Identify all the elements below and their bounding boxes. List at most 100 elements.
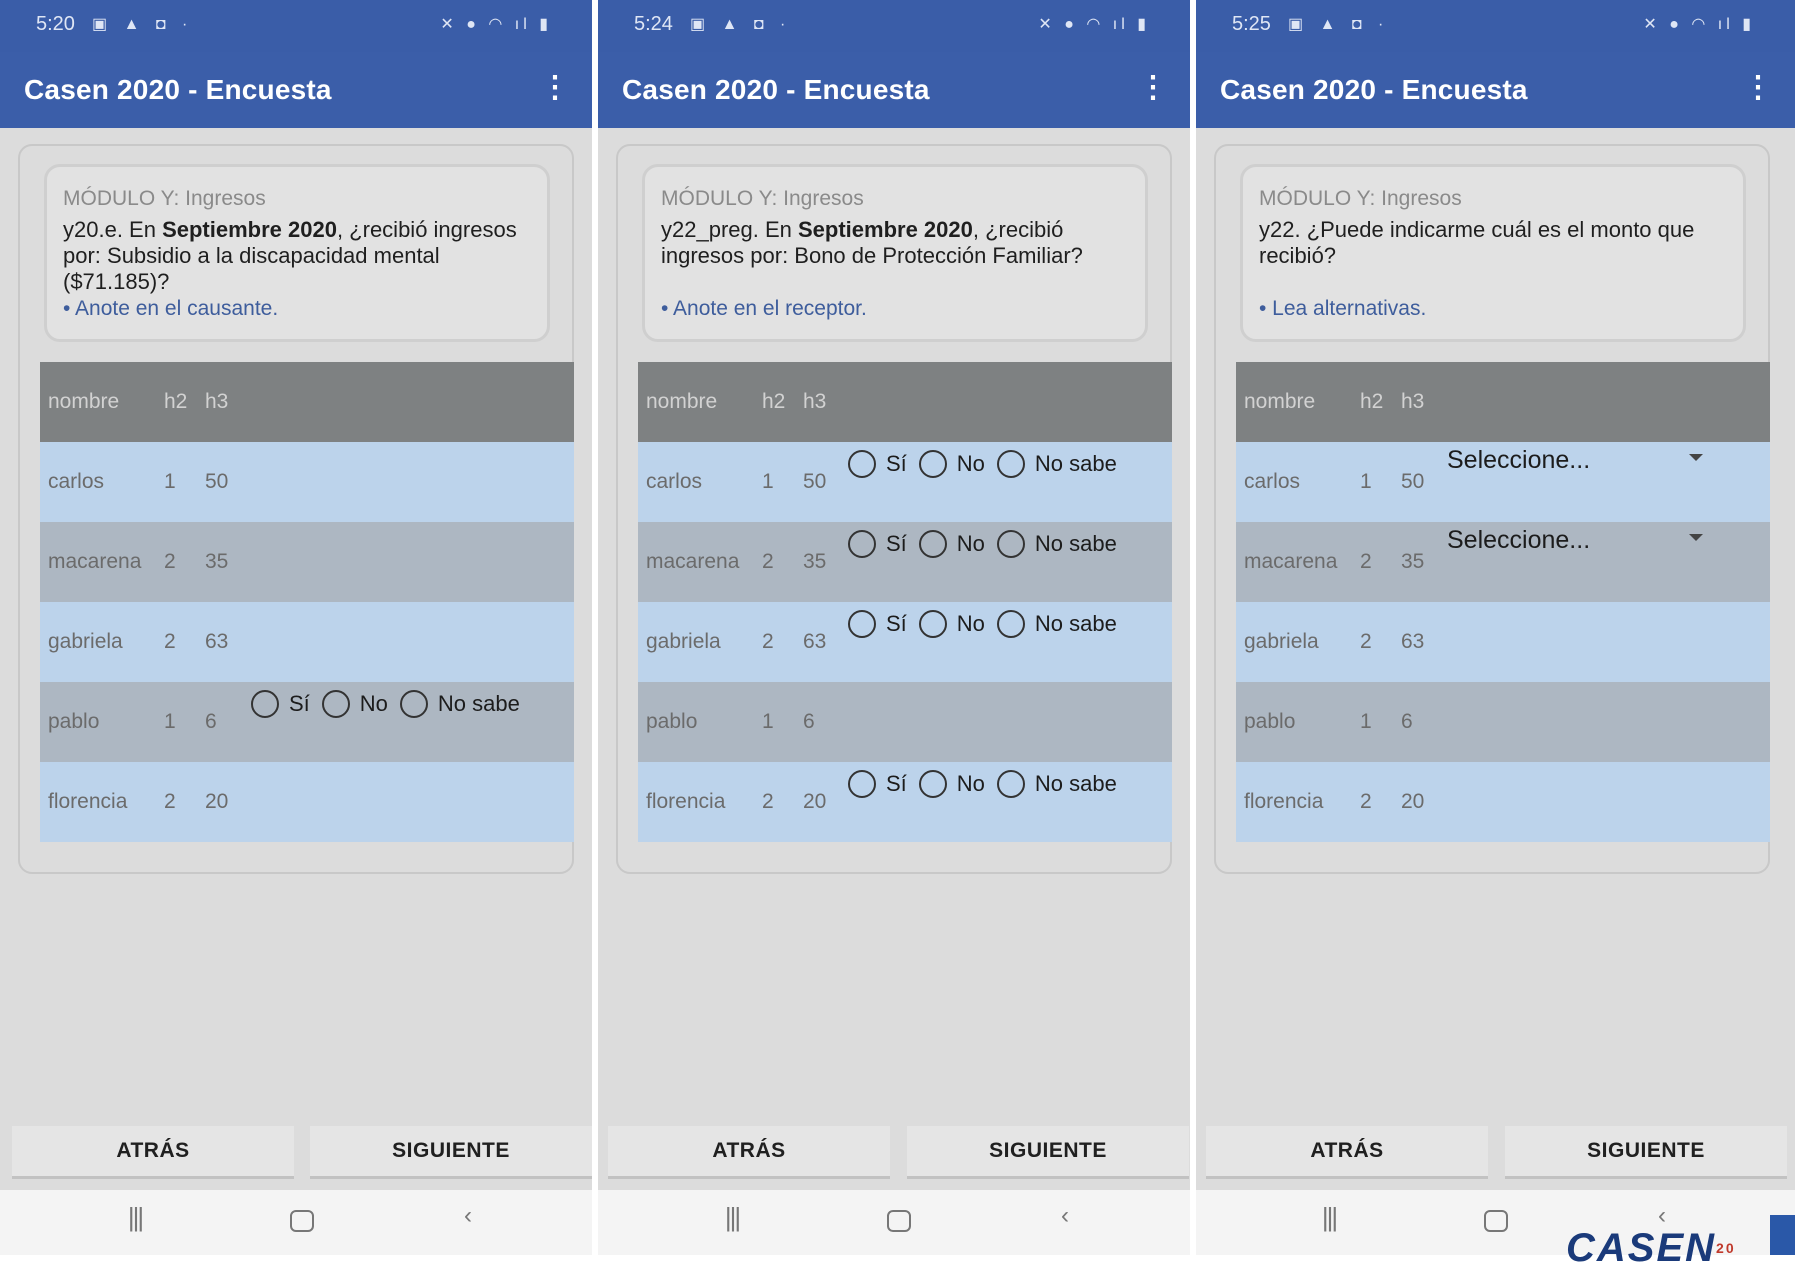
radio-si[interactable] — [848, 770, 876, 798]
select-placeholder: Seleccione... — [1447, 446, 1591, 474]
instruction-note: • Anote en el receptor. — [661, 297, 867, 320]
next-button[interactable]: SIGUIENTE — [1505, 1126, 1787, 1179]
amount-select[interactable]: Seleccione... — [1447, 526, 1703, 560]
cell-name: carlos — [646, 470, 703, 493]
radio-label-no: No — [956, 611, 985, 636]
cell-name: macarena — [48, 550, 142, 573]
household-table: nombre h2 h3 carlos 1 50 Seleccione... m… — [1236, 362, 1770, 842]
radio-no[interactable] — [918, 530, 947, 558]
question-card: MÓDULO Y: Ingresos y20.e. En Septiembre … — [18, 144, 574, 874]
cell-h3: 20 — [205, 790, 229, 813]
home-icon[interactable] — [282, 1202, 322, 1242]
cell-h2: 2 — [1360, 790, 1372, 813]
amount-select[interactable]: Seleccione... — [1447, 446, 1703, 480]
radio-si[interactable] — [251, 690, 279, 718]
radio-no-sabe[interactable] — [996, 770, 1025, 798]
more-vert-icon[interactable]: ⋮ — [540, 70, 570, 105]
next-button[interactable]: SIGUIENTE — [907, 1126, 1189, 1179]
cell-h2: 2 — [762, 630, 774, 653]
question-box: MÓDULO Y: Ingresos y22. ¿Puede indicarme… — [1240, 164, 1746, 342]
more-vert-icon[interactable]: ⋮ — [1743, 70, 1773, 105]
radio-si[interactable] — [848, 610, 876, 638]
table-row: florencia 2 20 — [1236, 762, 1770, 842]
recent-apps-icon[interactable]: ||| — [115, 1202, 155, 1242]
radio-no-sabe[interactable] — [399, 690, 428, 718]
radio-label-no: No — [359, 691, 388, 716]
dropdown-arrow-icon — [1689, 534, 1703, 541]
status-time: 5:20 — [36, 13, 75, 35]
table-row: florencia 2 20 Sí No No sabe — [638, 762, 1172, 842]
cell-h3: 35 — [1401, 550, 1425, 573]
radio-label-no-sabe: No sabe — [1034, 771, 1117, 796]
table-row: carlos 1 50 — [40, 442, 574, 522]
radio-no-sabe[interactable] — [996, 610, 1025, 638]
app-title: Casen 2020 - Encuesta — [622, 74, 930, 105]
app-bar: Casen 2020 - Encuesta ⋮ — [0, 52, 592, 128]
cell-name: gabriela — [1244, 630, 1319, 653]
radio-label-no-sabe: No sabe — [437, 691, 520, 716]
col-header-h3: h3 — [1401, 390, 1425, 413]
logo-block — [1770, 1215, 1795, 1255]
table-row: macarena 2 35 Sí No No sabe — [638, 522, 1172, 602]
logo-text: CASEN — [1566, 1226, 1717, 1270]
radio-label-no-sabe: No sabe — [1034, 611, 1117, 636]
cell-name: macarena — [646, 550, 740, 573]
system-nav-bar: ||| ‹ — [0, 1190, 592, 1255]
radio-no-sabe[interactable] — [996, 530, 1025, 558]
cell-h3: 50 — [1401, 470, 1425, 493]
app-bar: Casen 2020 - Encuesta ⋮ — [598, 52, 1190, 128]
table-row: carlos 1 50 Sí No No sabe — [638, 442, 1172, 522]
radio-group: Sí No No sabe — [251, 690, 532, 718]
radio-si[interactable] — [848, 530, 876, 558]
logo-sup: 20 — [1716, 1240, 1736, 1256]
question-code: y22_preg. En — [661, 217, 798, 242]
table-row: pablo 1 6 Sí No No sabe — [40, 682, 574, 762]
radio-no[interactable] — [918, 610, 947, 638]
cell-h3: 35 — [205, 550, 229, 573]
notification-icons: ▣ ▲ ◘ · — [690, 16, 792, 33]
table-row: gabriela 2 63 Sí No No sabe — [638, 602, 1172, 682]
cell-h3: 20 — [1401, 790, 1425, 813]
table-header: nombre h2 h3 — [1236, 362, 1770, 442]
cell-h2: 1 — [762, 710, 774, 733]
cell-h2: 1 — [1360, 470, 1372, 493]
cell-name: gabriela — [48, 630, 123, 653]
cell-h3: 6 — [1401, 710, 1413, 733]
app-bar: Casen 2020 - Encuesta ⋮ — [1196, 52, 1795, 128]
back-button[interactable]: ATRÁS — [608, 1126, 890, 1179]
recent-apps-icon[interactable]: ||| — [712, 1202, 752, 1242]
col-header-nombre: nombre — [48, 390, 120, 413]
radio-no[interactable] — [321, 690, 350, 718]
cell-h2: 2 — [164, 630, 176, 653]
home-icon[interactable] — [879, 1202, 919, 1242]
radio-no[interactable] — [918, 450, 947, 478]
cell-name: florencia — [1244, 790, 1324, 813]
cell-name: pablo — [1244, 710, 1296, 733]
back-button[interactable]: ATRÁS — [1206, 1126, 1488, 1179]
status-bar: 5:24 ▣ ▲ ◘ · ✕ ● ◠ ıl ▮ — [598, 0, 1190, 52]
recent-apps-icon[interactable]: ||| — [1309, 1202, 1349, 1242]
household-table: nombre h2 h3 carlos 1 50 macarena 2 35 g… — [40, 362, 574, 842]
back-icon[interactable]: ‹ — [448, 1202, 488, 1242]
radio-label-si: Sí — [289, 691, 310, 716]
radio-group: Sí No No sabe — [848, 610, 1129, 638]
radio-no[interactable] — [918, 770, 947, 798]
radio-label-si: Sí — [886, 611, 907, 636]
back-button[interactable]: ATRÁS — [12, 1126, 294, 1179]
cell-h2: 1 — [762, 470, 774, 493]
radio-si[interactable] — [848, 450, 876, 478]
cell-name: carlos — [48, 470, 105, 493]
radio-label-no: No — [956, 451, 985, 476]
home-icon[interactable] — [1476, 1202, 1516, 1242]
radio-no-sabe[interactable] — [996, 450, 1025, 478]
next-button[interactable]: SIGUIENTE — [310, 1126, 592, 1179]
instruction-note: • Anote en el causante. — [63, 297, 279, 320]
system-nav-bar: ||| ‹ — [598, 1190, 1190, 1255]
cell-name: carlos — [1244, 470, 1301, 493]
back-icon[interactable]: ‹ — [1045, 1202, 1085, 1242]
more-vert-icon[interactable]: ⋮ — [1138, 70, 1168, 105]
cell-name: florencia — [646, 790, 726, 813]
cell-name: macarena — [1244, 550, 1338, 573]
app-title: Casen 2020 - Encuesta — [1220, 74, 1528, 105]
cell-h2: 2 — [762, 790, 774, 813]
